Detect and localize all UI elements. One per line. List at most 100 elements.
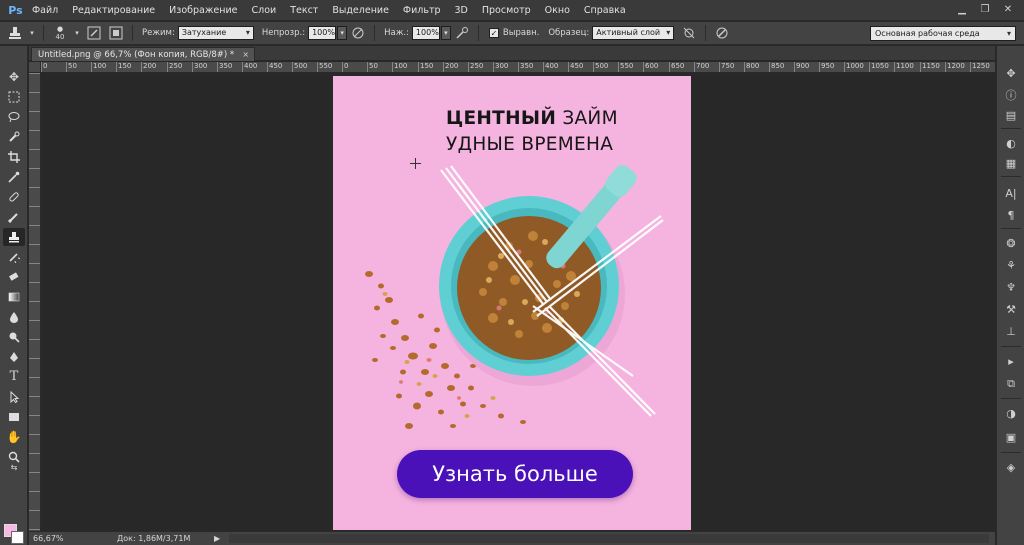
- menu-layers[interactable]: Слои: [251, 5, 276, 16]
- tool-presets-icon[interactable]: ⚒: [1002, 302, 1020, 318]
- masks-icon[interactable]: ▣: [1002, 430, 1020, 446]
- ignore-adjustment-icon[interactable]: [680, 25, 698, 42]
- opacity-dropdown-icon[interactable]: ▾: [337, 26, 348, 40]
- menu-window[interactable]: Окно: [545, 5, 570, 16]
- healing-brush-tool-icon[interactable]: [3, 188, 25, 206]
- hand-tool-icon[interactable]: ✋: [3, 428, 25, 446]
- menu-select[interactable]: Выделение: [332, 5, 389, 16]
- aligned-checkbox[interactable]: ✓: [488, 28, 499, 38]
- eyedropper-tool-icon[interactable]: [3, 168, 25, 186]
- ruler-label: 400: [244, 62, 258, 70]
- stamp-tool-preset-icon[interactable]: [6, 25, 24, 42]
- brush-dot-icon: ●: [56, 25, 64, 33]
- paragraph-icon[interactable]: ¶: [1002, 208, 1020, 224]
- ruler-label: 400: [545, 62, 559, 70]
- ruler-label: 100: [93, 62, 107, 70]
- quick-selection-tool-icon[interactable]: [3, 128, 25, 146]
- brush-size-picker[interactable]: ● 40: [51, 25, 69, 42]
- brush-panel-icon[interactable]: [85, 25, 103, 42]
- workspace-select[interactable]: Основная рабочая среда: [870, 26, 1016, 41]
- vertical-ruler[interactable]: [29, 73, 41, 531]
- navigator-icon[interactable]: ✥: [1002, 66, 1020, 82]
- status-menu-arrow-icon[interactable]: ▶: [214, 532, 220, 545]
- document-tab-title: Untitled.png @ 66,7% (Фон копия, RGB/8#)…: [38, 50, 235, 60]
- opacity-input[interactable]: 100%: [308, 26, 337, 40]
- clone-source-panel-icon[interactable]: ⊥: [1002, 324, 1020, 340]
- headline-bold: ЦЕНТНЫЙ: [446, 108, 557, 129]
- document-tab[interactable]: Untitled.png @ 66,7% (Фон копия, RGB/8#)…: [31, 47, 256, 62]
- ruler-origin[interactable]: [29, 62, 41, 73]
- restore-icon[interactable]: ❐: [975, 2, 995, 18]
- blur-tool-icon[interactable]: [3, 308, 25, 326]
- dodge-tool-icon[interactable]: [3, 328, 25, 346]
- blend-mode-select[interactable]: Затухание: [177, 26, 254, 40]
- ruler-label: 300: [495, 62, 509, 70]
- actions-icon[interactable]: ▸: [1002, 354, 1020, 370]
- background-color-swatch[interactable]: [11, 531, 24, 544]
- close-icon[interactable]: ✕: [998, 2, 1018, 18]
- ruler-tick: [29, 130, 40, 131]
- swap-colors-icon[interactable]: ⇆: [3, 462, 25, 474]
- pressure-size-icon[interactable]: [713, 25, 731, 42]
- rectangle-tool-icon[interactable]: [3, 408, 25, 426]
- brush-tool-icon[interactable]: [3, 208, 25, 226]
- menu-3d[interactable]: 3D: [455, 5, 468, 16]
- pressure-opacity-icon[interactable]: [349, 25, 367, 42]
- brush-dropdown-icon[interactable]: ▾: [73, 25, 81, 42]
- brush-presets-icon[interactable]: ⚘: [1002, 258, 1020, 274]
- zoom-input[interactable]: 66,67%: [33, 533, 73, 544]
- gradient-tool-icon[interactable]: [3, 288, 25, 306]
- horizontal-scrollbar[interactable]: [229, 534, 989, 543]
- ruler-tick: [29, 244, 40, 245]
- menu-type[interactable]: Текст: [290, 5, 318, 16]
- ruler-label: 950: [821, 62, 835, 70]
- layers-icon[interactable]: ◈: [1002, 460, 1020, 476]
- ruler-label: 900: [796, 62, 810, 70]
- menu-image[interactable]: Изображение: [169, 5, 237, 16]
- ruler-label: 1150: [922, 62, 940, 70]
- ruler-label: 1250: [972, 62, 990, 70]
- path-selection-tool-icon[interactable]: [3, 388, 25, 406]
- flow-dropdown-icon[interactable]: ▾: [440, 26, 451, 40]
- ruler-tick: [29, 149, 40, 150]
- adjustments-icon[interactable]: ◑: [1002, 406, 1020, 422]
- ruler-tick: [29, 510, 40, 511]
- airbrush-icon[interactable]: [453, 25, 471, 42]
- history-brush-tool-icon[interactable]: [3, 248, 25, 266]
- minimize-icon[interactable]: ▁: [952, 2, 972, 18]
- crop-tool-icon[interactable]: [3, 148, 25, 166]
- menu-edit[interactable]: Редактирование: [72, 5, 155, 16]
- close-icon[interactable]: ×: [242, 48, 249, 62]
- artboard-image[interactable]: ЦЕНТНЫЙ ЗАЙМ УДНЫЕ ВРЕМЕНА Узнать больше: [333, 76, 691, 530]
- ruler-label: 150: [118, 62, 132, 70]
- character-icon[interactable]: A|: [1002, 186, 1020, 202]
- learn-more-button[interactable]: Узнать больше: [397, 450, 633, 498]
- info-icon[interactable]: ⓘ: [1002, 88, 1020, 104]
- swatches-icon[interactable]: ▦: [1002, 156, 1020, 172]
- brush-settings-icon[interactable]: ♆: [1002, 280, 1020, 296]
- canvas-area[interactable]: ЦЕНТНЫЙ ЗАЙМ УДНЫЕ ВРЕМЕНА Узнать больше: [42, 74, 995, 531]
- flow-input[interactable]: 100%: [411, 26, 440, 40]
- menu-view[interactable]: Просмотр: [482, 5, 531, 16]
- histogram-icon[interactable]: ▤: [1002, 108, 1020, 124]
- pen-tool-icon[interactable]: [3, 348, 25, 366]
- sample-label: Образец:: [548, 28, 590, 38]
- menu-file[interactable]: Файл: [32, 5, 58, 16]
- ruler-label: 600: [645, 62, 659, 70]
- horizontal-ruler[interactable]: 0 50 100 150 200 250 300 350 400 450 500 550 0 50 100 1…: [41, 62, 995, 73]
- sample-select[interactable]: Активный слой: [592, 26, 675, 40]
- eraser-tool-icon[interactable]: [3, 268, 25, 286]
- color-icon[interactable]: ◐: [1002, 136, 1020, 152]
- type-tool-icon[interactable]: T: [3, 368, 25, 386]
- history-icon[interactable]: ⧉: [1002, 376, 1020, 392]
- preset-dropdown-icon[interactable]: ▾: [28, 25, 36, 42]
- separator: [1001, 346, 1021, 347]
- menu-filter[interactable]: Фильтр: [403, 5, 441, 16]
- styles-icon[interactable]: ❂: [1002, 236, 1020, 252]
- lasso-tool-icon[interactable]: [3, 108, 25, 126]
- menu-help[interactable]: Справка: [584, 5, 626, 16]
- move-tool-icon[interactable]: ✥: [3, 68, 25, 86]
- marquee-tool-icon[interactable]: [3, 88, 25, 106]
- clone-source-icon[interactable]: [107, 25, 125, 42]
- clone-stamp-tool-icon[interactable]: [3, 228, 25, 246]
